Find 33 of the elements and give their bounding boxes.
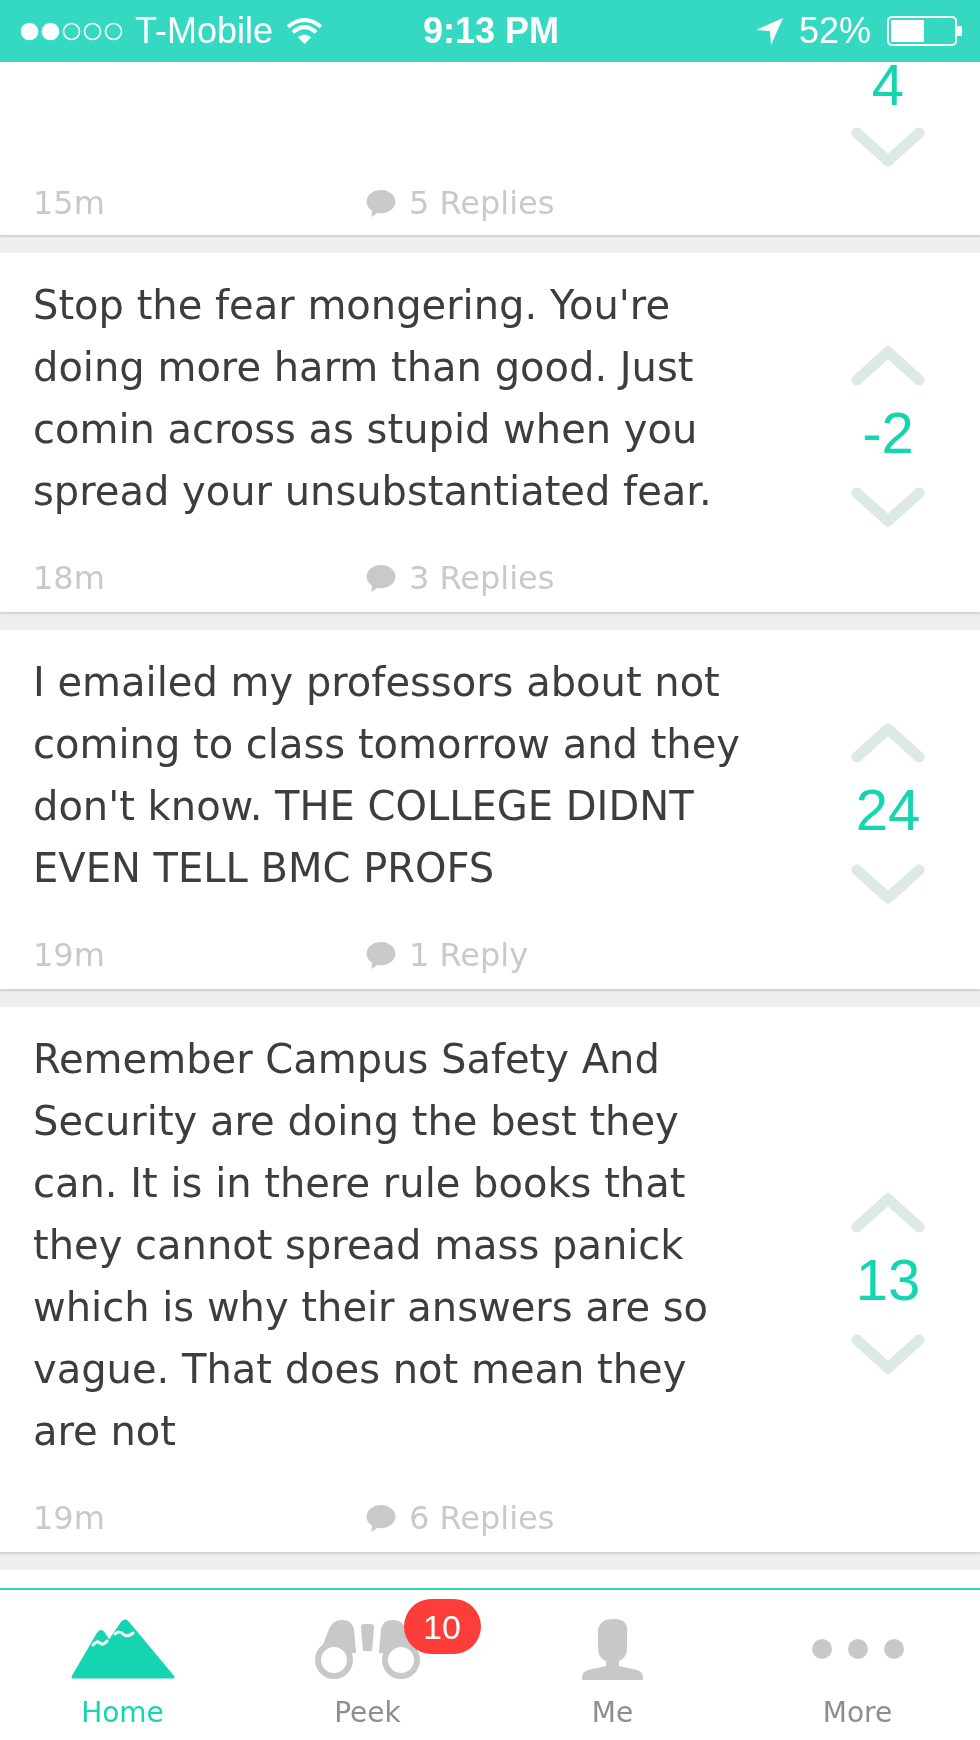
chevron-down-icon[interactable]: [851, 127, 925, 167]
chevron-down-icon[interactable]: [851, 486, 925, 527]
chevron-up-icon[interactable]: [851, 345, 925, 386]
location-arrow-icon: [755, 17, 783, 45]
nav-tab[interactable]: Me: [490, 1590, 735, 1740]
post-text: Remember Campus Safety And Security are doing the best they can. It is in there rule books that they cannot spread mass panick which is why their answers are so vague. That does not mean they are not: [33, 1035, 710, 1456]
nav-tab[interactable]: Peek 10: [245, 1590, 490, 1740]
chevron-up-icon[interactable]: [851, 1192, 925, 1233]
chevron-down-icon[interactable]: [851, 863, 925, 904]
speech-bubble-icon: [366, 564, 396, 592]
wifi-icon: [285, 17, 325, 45]
nav-tab[interactable]: More: [735, 1590, 980, 1740]
vote-score: 13: [855, 1256, 921, 1303]
speech-bubble-icon: [366, 941, 396, 969]
speech-bubble-icon: [366, 1504, 396, 1532]
carrier-name: T-Mobile: [135, 11, 274, 51]
speech-bubble-icon: [366, 189, 396, 217]
vote-score: 4: [871, 62, 905, 108]
post-text: I emailed my professors about not coming to class tomorrow and they don't know. THE COLLEGE DIDNT EVEN TELL BMC PROFS: [33, 658, 741, 893]
clock-time: 9:13 PM: [422, 11, 560, 51]
signal-strength-icon: [20, 21, 123, 41]
person-silhouette-icon: [581, 1618, 644, 1680]
vote-score: -2: [862, 409, 914, 456]
battery-icon: [887, 16, 962, 46]
post-text: Stop the fear mongering. You're doing more harm than good. Just comin across as stupid when you spread your unsubstantiated fear.: [33, 281, 713, 516]
vote-score: 24: [855, 786, 921, 833]
more-dots-icon: [811, 1639, 904, 1659]
nav-tab[interactable]: Home: [0, 1590, 245, 1740]
battery-percentage: 52%: [798, 11, 871, 51]
chevron-up-icon[interactable]: [851, 722, 925, 763]
mountain-icon: [70, 1619, 175, 1679]
notification-badge: 10: [403, 1599, 481, 1654]
chevron-down-icon[interactable]: [851, 1333, 925, 1374]
